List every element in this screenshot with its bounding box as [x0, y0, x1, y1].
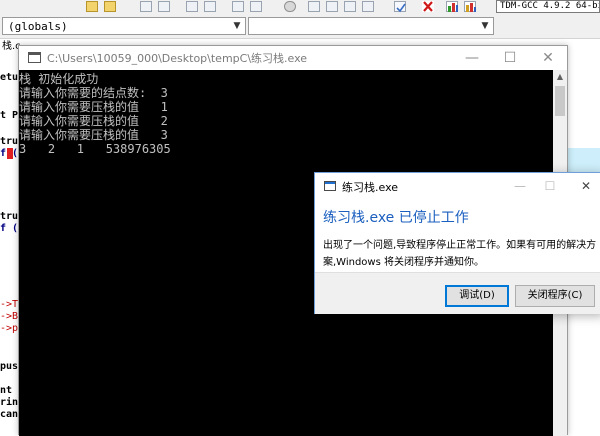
minimize-icon[interactable]: — — [455, 46, 489, 70]
check-syntax-icon[interactable] — [394, 1, 406, 13]
compiler-select[interactable]: TDM-GCC 4.9.2 64-bit Release — [496, 0, 600, 13]
goto-line-icon[interactable] — [186, 1, 198, 12]
code-fragment: tru — [0, 211, 19, 222]
close-icon[interactable]: ✕ — [531, 46, 565, 70]
code-fragment: can — [0, 409, 19, 420]
stop-icon[interactable] — [284, 1, 296, 12]
console-line: 请输入你需要压栈的值 3 — [19, 128, 168, 142]
new-class-icon[interactable] — [308, 1, 320, 12]
undo-icon[interactable] — [86, 1, 98, 12]
code-fragment: f ( — [0, 223, 19, 234]
dialog-footer: 调试(D) 关闭程序(C) — [315, 272, 600, 314]
dialog-title: 练习栈.exe — [342, 181, 399, 194]
ide-toolbar: TDM-GCC 4.9.2 64-bit Release — [0, 0, 600, 15]
code-fragment: ->p — [0, 323, 19, 334]
find-icon[interactable] — [140, 1, 152, 12]
code-fragment: t P — [0, 110, 19, 121]
delete-profile-icon[interactable] — [464, 1, 476, 12]
close-icon[interactable]: ✕ — [573, 175, 599, 197]
redo-icon[interactable] — [104, 1, 116, 12]
console-app-icon — [28, 52, 41, 63]
error-dialog[interactable]: 练习栈.exe — ☐ ✕ 练习栈.exe 已停止工作 出现了一个问题,导致程序… — [314, 172, 600, 314]
chevron-down-icon[interactable]: ▼ — [479, 20, 491, 32]
console-title: C:\Users\10059_000\Desktop\tempC\练习栈.exe — [47, 52, 308, 65]
bookmark-icon[interactable] — [204, 1, 216, 12]
code-fragment: ->T — [0, 299, 19, 310]
code-fragment: etu — [0, 72, 19, 83]
scroll-thumb[interactable] — [555, 86, 565, 116]
insert-icon[interactable] — [326, 1, 338, 12]
ide-combo-bar: (globals) ▼ ▼ — [0, 14, 600, 39]
maximize-icon[interactable]: ☐ — [493, 46, 527, 70]
breakpoint-marker[interactable] — [7, 148, 13, 159]
maximize-icon: ☐ — [544, 179, 556, 193]
dialog-message: 出现了一个问题,导致程序停止正常工作。如果有可用的解决方案,Windows 将关… — [323, 240, 597, 268]
code-fragment: ->B — [0, 311, 19, 322]
console-line: 请输入你需要压栈的值 1 — [19, 100, 168, 114]
scope-combo[interactable]: (globals) ▼ — [2, 17, 246, 35]
debug-button[interactable]: 调试(D) — [445, 285, 509, 307]
console-line: 栈 初始化成功 — [19, 72, 99, 86]
close-project-icon[interactable] — [422, 1, 434, 12]
console-line: 请输入你需要的结点数: 3 — [19, 86, 168, 100]
function-combo[interactable]: ▼ — [248, 17, 494, 35]
code-fragment: pus — [0, 361, 19, 372]
profile-chart-icon[interactable] — [446, 1, 458, 12]
console-line: 3 2 1 538976305 — [19, 142, 171, 156]
console-titlebar[interactable]: C:\Users\10059_000\Desktop\tempC\练习栈.exe… — [19, 46, 567, 70]
code-fragment: tru — [0, 136, 19, 147]
run-icon[interactable] — [250, 1, 262, 12]
console-line: 请输入你需要压栈的值 2 — [19, 114, 168, 128]
dialog-app-icon — [324, 181, 336, 191]
toggle-comment-icon[interactable] — [344, 1, 356, 12]
scope-combo-value: (globals) — [8, 20, 68, 33]
replace-icon[interactable] — [158, 1, 170, 12]
indent-icon[interactable] — [362, 1, 374, 12]
dialog-titlebar[interactable]: 练习栈.exe — ☐ ✕ — [315, 173, 600, 200]
minimize-icon: — — [514, 179, 526, 193]
code-fragment: nt — [0, 385, 13, 396]
code-fragment: rin — [0, 397, 19, 408]
dialog-heading: 练习栈.exe 已停止工作 — [323, 210, 469, 226]
chevron-down-icon[interactable]: ▼ — [231, 20, 243, 32]
close-program-button[interactable]: 关闭程序(C) — [515, 285, 595, 307]
scroll-up-icon[interactable]: ▲ — [553, 70, 567, 84]
compile-icon[interactable] — [232, 1, 244, 12]
